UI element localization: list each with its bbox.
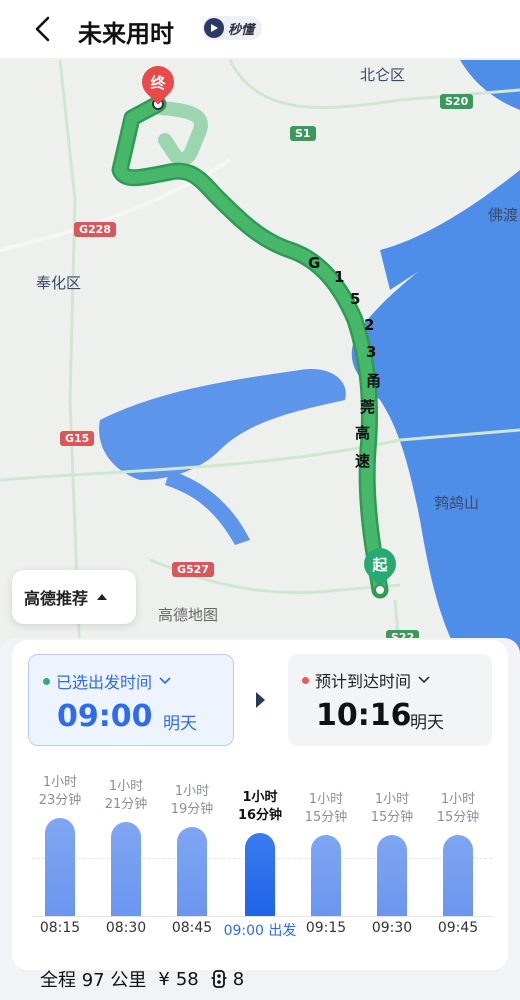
arrive-dot-icon	[302, 676, 309, 684]
map-watermark: 高德地图	[158, 606, 219, 624]
chevron-down-icon	[418, 676, 430, 684]
x-tick-label[interactable]: 08:15	[25, 920, 95, 936]
route-char: G	[308, 254, 321, 272]
trip-toll: 58	[175, 968, 199, 990]
x-tick-label[interactable]: 09:45	[423, 920, 493, 936]
map-label-jiegushan: 鹁鸪山	[434, 494, 480, 512]
caret-up-icon	[97, 594, 108, 600]
explain-badge[interactable]: 秒懂	[202, 16, 263, 40]
duration-chart[interactable]: 1小时 23分钟 08:15 1小时 21分钟 08:30 1小时 19分钟 08:45 1小时 1…	[12, 758, 508, 944]
depart-time-selector[interactable]: 已选出发时间 09:00 明天	[28, 654, 234, 746]
map-canvas	[0, 59, 520, 658]
road-shield-g15: G15	[60, 431, 95, 446]
page-title: 未来用时	[78, 20, 174, 48]
chart-bar[interactable]	[177, 826, 207, 916]
road-shield-g228: G228	[74, 222, 116, 237]
time-card: 已选出发时间 09:00 明天 预计到达时间 10:16 明天 1小时 23分钟 0…	[12, 640, 508, 991]
traffic-light-icon	[211, 970, 227, 988]
road-shield-s1: S1	[290, 126, 316, 141]
route-map[interactable]: 北仑区 奉化区 佛渡 鹁鸪山 高德地图 S20 S1 G228 G15 G527…	[0, 58, 520, 658]
arrive-time: 10:16	[316, 698, 412, 733]
back-arrow-icon[interactable]	[28, 12, 62, 46]
chart-bar[interactable]	[45, 818, 75, 916]
route-preference-label: 高德推荐	[24, 589, 89, 608]
depart-day: 明天	[163, 714, 197, 734]
chevron-down-icon	[159, 677, 171, 685]
trip-distance: 全程 97 公里	[40, 970, 147, 991]
chart-bar[interactable]	[377, 835, 407, 916]
arrive-label: 预计到达时间	[315, 672, 412, 691]
depart-dot-icon	[43, 677, 50, 685]
x-tick-label[interactable]: 08:30	[91, 920, 161, 936]
x-tick-label[interactable]: 09:15	[291, 920, 361, 936]
road-shield-s20: S20	[440, 94, 474, 109]
depart-time: 09:00	[57, 699, 153, 734]
route-char: 2	[364, 316, 375, 334]
road-shield-g527: G527	[172, 562, 214, 577]
route-char: 莞	[360, 398, 376, 416]
route-char: 1	[334, 268, 345, 286]
route-char: 速	[355, 452, 371, 470]
trip-summary: 全程 97 公里 ¥ 58 8	[40, 966, 244, 992]
x-tick-label[interactable]: 09:30	[357, 920, 427, 936]
baseline	[32, 916, 492, 917]
map-label-fenghua: 奉化区	[36, 274, 82, 292]
yen-icon: ¥	[158, 968, 170, 990]
arrive-time-selector[interactable]: 预计到达时间 10:16 明天	[288, 654, 492, 746]
chart-bar[interactable]	[311, 835, 341, 916]
route-char: 甬	[366, 372, 382, 390]
bar-duration-label: 1小时 15分钟	[436, 792, 480, 826]
trip-traffic-lights: 8	[232, 968, 245, 990]
route-char: 3	[366, 343, 377, 361]
chart-bar[interactable]	[111, 822, 141, 916]
route-preference-button[interactable]: 高德推荐	[12, 570, 136, 624]
route-char: 高	[355, 424, 371, 442]
map-label-beilun: 北仑区	[360, 66, 406, 84]
chart-bar[interactable]	[245, 833, 275, 916]
top-bar: 未来用时 秒懂	[0, 0, 520, 58]
map-label-fodu: 佛渡	[488, 206, 519, 224]
explain-badge-label: 秒懂	[228, 22, 255, 38]
arrow-right-icon	[256, 692, 265, 708]
play-icon	[204, 18, 224, 38]
time-panel: 已选出发时间 09:00 明天 预计到达时间 10:16 明天 1小时 23分钟 0…	[0, 638, 520, 1000]
arrive-day: 明天	[410, 713, 444, 733]
depart-label: 已选出发时间	[56, 673, 153, 692]
route-char: 5	[350, 290, 361, 308]
chart-bar[interactable]	[443, 835, 473, 916]
